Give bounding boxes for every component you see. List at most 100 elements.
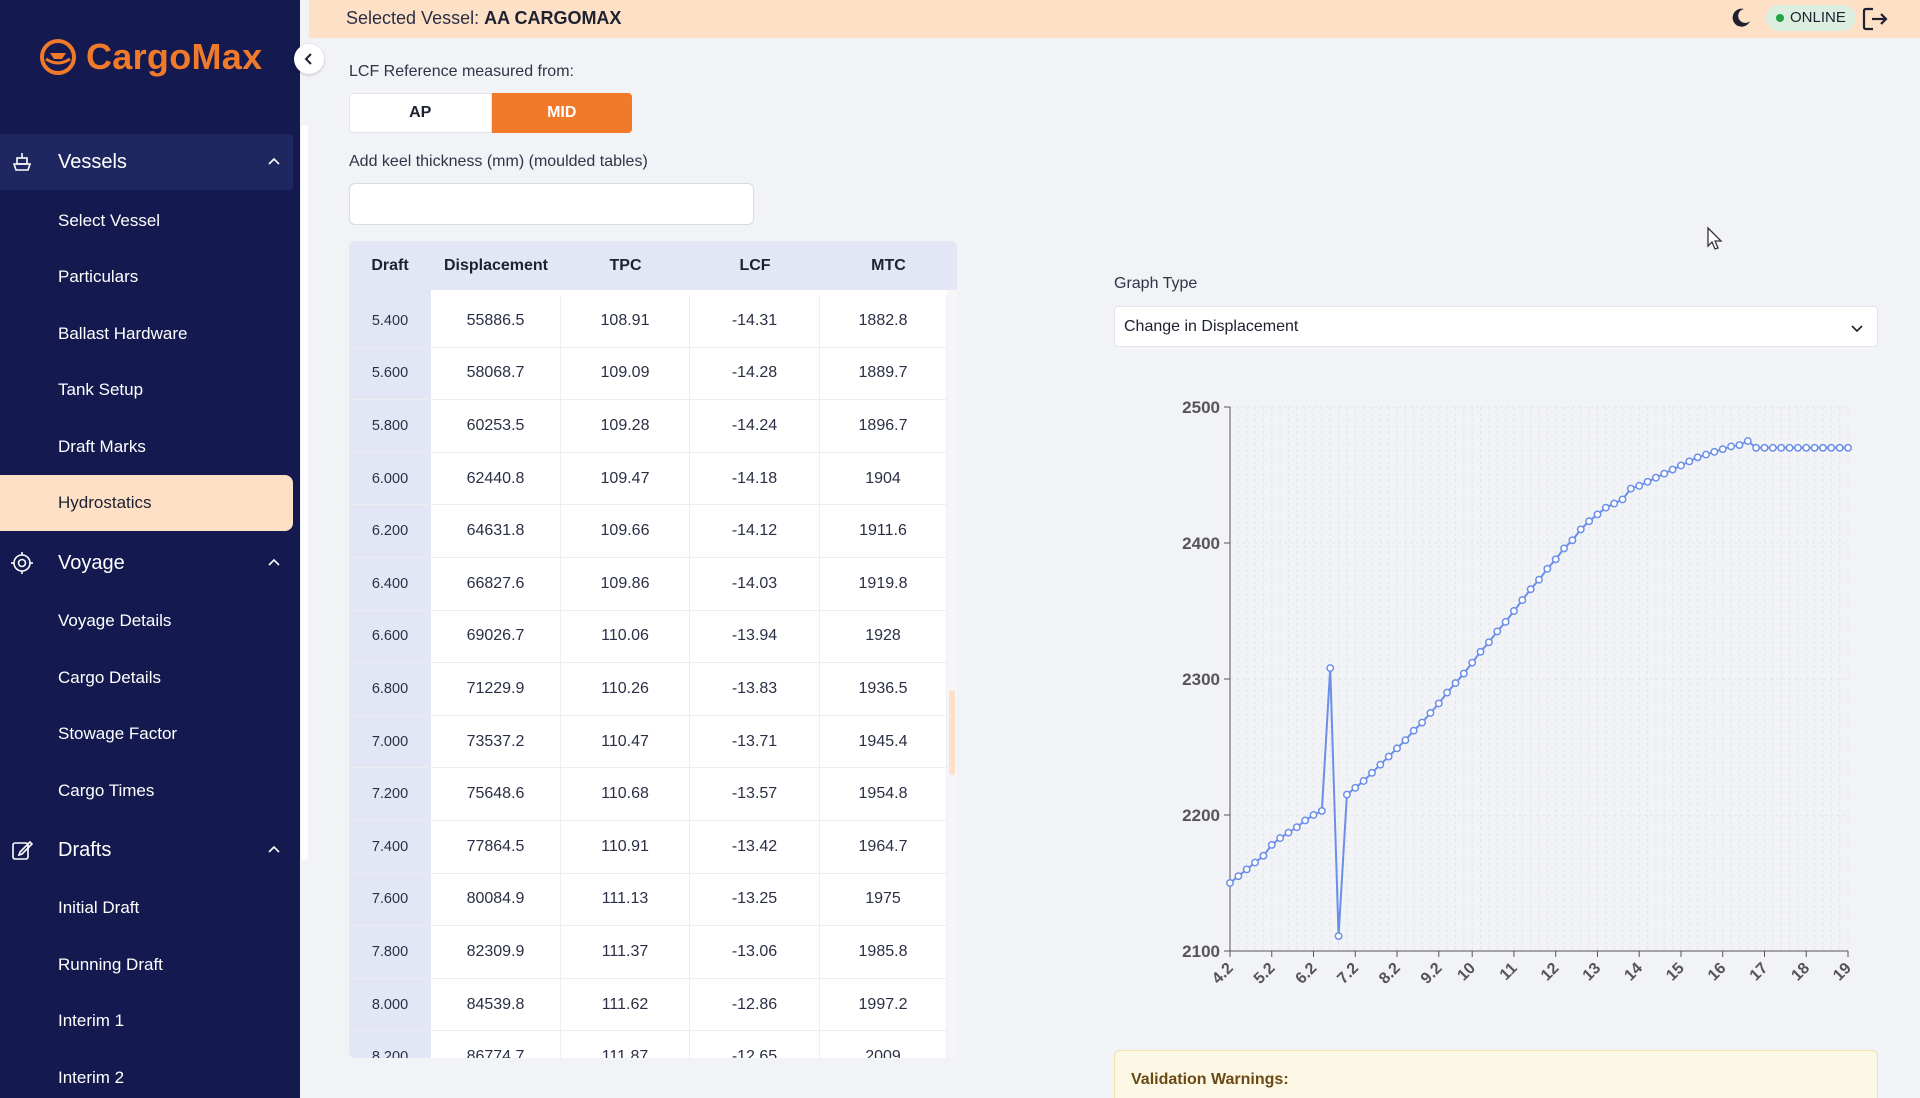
- cell-displacement[interactable]: 58068.7: [431, 347, 561, 400]
- cell-displacement[interactable]: 84539.8: [431, 978, 561, 1031]
- sidebar-scrollbar-thumb[interactable]: [301, 125, 308, 860]
- cell-lcf[interactable]: -12.65: [690, 1031, 820, 1058]
- cell-mtc[interactable]: 1964.7: [820, 820, 947, 873]
- cell-lcf[interactable]: -13.57: [690, 768, 820, 820]
- moon-icon[interactable]: [1729, 6, 1753, 30]
- table-row[interactable]: 7.000 73537.2 110.47 -13.71 1945.4: [349, 715, 947, 769]
- cell-mtc[interactable]: 1882.8: [820, 295, 947, 347]
- sidebar-item-ballast-hardware[interactable]: Ballast Hardware: [0, 306, 293, 362]
- cell-lcf[interactable]: -14.18: [690, 452, 820, 505]
- table-row[interactable]: 6.400 66827.6 109.86 -14.03 1919.8: [349, 557, 947, 611]
- cell-tpc[interactable]: 109.28: [561, 400, 690, 452]
- cell-tpc[interactable]: 111.87: [561, 1031, 690, 1058]
- cell-displacement[interactable]: 60253.5: [431, 400, 561, 452]
- chevron-up-icon[interactable]: [266, 555, 282, 571]
- cell-mtc[interactable]: 1911.6: [820, 505, 947, 557]
- table-scrollbar-thumb[interactable]: [949, 690, 955, 775]
- sidebar-item-stowage-factor[interactable]: Stowage Factor: [0, 706, 293, 762]
- cell-tpc[interactable]: 110.47: [561, 715, 690, 768]
- sidebar-item-interim-1[interactable]: Interim 1: [0, 993, 293, 1049]
- cell-mtc[interactable]: 1896.7: [820, 400, 947, 452]
- table-row[interactable]: 5.400 55886.5 108.91 -14.31 1882.8: [349, 295, 947, 348]
- logout-icon[interactable]: [1860, 4, 1890, 34]
- sidebar-item-cargo-times[interactable]: Cargo Times: [0, 763, 293, 819]
- cell-tpc[interactable]: 109.09: [561, 347, 690, 400]
- cell-lcf[interactable]: -13.42: [690, 820, 820, 873]
- sidebar-section-vessels[interactable]: Vessels: [0, 134, 293, 190]
- cell-mtc[interactable]: 1889.7: [820, 347, 947, 400]
- table-row[interactable]: 6.800 71229.9 110.26 -13.83 1936.5: [349, 663, 947, 716]
- cell-displacement[interactable]: 73537.2: [431, 715, 561, 768]
- cell-tpc[interactable]: 109.86: [561, 557, 690, 610]
- cell-lcf[interactable]: -13.71: [690, 715, 820, 768]
- cell-mtc[interactable]: 1936.5: [820, 663, 947, 715]
- cell-displacement[interactable]: 80084.9: [431, 873, 561, 926]
- cell-displacement[interactable]: 55886.5: [431, 295, 561, 347]
- cell-lcf[interactable]: -14.24: [690, 400, 820, 452]
- cell-mtc[interactable]: 1919.8: [820, 557, 947, 610]
- table-row[interactable]: 6.000 62440.8 109.47 -14.18 1904: [349, 452, 947, 506]
- sidebar-item-cargo-details[interactable]: Cargo Details: [0, 650, 293, 706]
- cell-mtc[interactable]: 1904: [820, 452, 947, 505]
- cell-mtc[interactable]: 1997.2: [820, 978, 947, 1031]
- cell-displacement[interactable]: 86774.7: [431, 1031, 561, 1058]
- cell-lcf[interactable]: -14.03: [690, 557, 820, 610]
- sidebar-item-interim-2[interactable]: Interim 2: [0, 1050, 293, 1098]
- lcf-mid-button[interactable]: MID: [491, 93, 632, 133]
- table-row[interactable]: 5.800 60253.5 109.28 -14.24 1896.7: [349, 400, 947, 453]
- cell-lcf[interactable]: -12.86: [690, 978, 820, 1031]
- cell-displacement[interactable]: 82309.9: [431, 926, 561, 978]
- cell-displacement[interactable]: 71229.9: [431, 663, 561, 715]
- chevron-up-icon[interactable]: [266, 154, 282, 170]
- cell-mtc[interactable]: 1985.8: [820, 926, 947, 978]
- cell-displacement[interactable]: 64631.8: [431, 505, 561, 557]
- logo[interactable]: CargoMax: [38, 36, 262, 78]
- cell-lcf[interactable]: -14.31: [690, 295, 820, 347]
- cell-displacement[interactable]: 75648.6: [431, 768, 561, 820]
- keel-thickness-input[interactable]: [349, 183, 754, 225]
- cell-displacement[interactable]: 77864.5: [431, 820, 561, 873]
- table-scrollbar[interactable]: [947, 290, 957, 1058]
- cell-mtc[interactable]: 1975: [820, 873, 947, 926]
- table-row[interactable]: 6.200 64631.8 109.66 -14.12 1911.6: [349, 505, 947, 558]
- cell-tpc[interactable]: 111.62: [561, 978, 690, 1031]
- cell-lcf[interactable]: -13.25: [690, 873, 820, 926]
- sidebar-item-voyage-details[interactable]: Voyage Details: [0, 593, 293, 649]
- cell-tpc[interactable]: 109.47: [561, 452, 690, 505]
- cell-displacement[interactable]: 66827.6: [431, 557, 561, 610]
- cell-mtc[interactable]: 1954.8: [820, 768, 947, 820]
- cell-tpc[interactable]: 108.91: [561, 295, 690, 347]
- cell-mtc[interactable]: 1928: [820, 610, 947, 663]
- table-row[interactable]: 6.600 69026.7 110.06 -13.94 1928: [349, 610, 947, 664]
- cell-tpc[interactable]: 111.13: [561, 873, 690, 926]
- chevron-up-icon[interactable]: [266, 842, 282, 858]
- sidebar-section-voyage[interactable]: Voyage: [0, 535, 293, 591]
- cell-displacement[interactable]: 69026.7: [431, 610, 561, 663]
- cell-lcf[interactable]: -13.83: [690, 663, 820, 715]
- table-row[interactable]: 7.400 77864.5 110.91 -13.42 1964.7: [349, 820, 947, 874]
- cell-mtc[interactable]: 2009: [820, 1031, 947, 1058]
- sidebar-item-draft-marks[interactable]: Draft Marks: [0, 419, 293, 475]
- cell-lcf[interactable]: -14.28: [690, 347, 820, 400]
- table-row[interactable]: 7.800 82309.9 111.37 -13.06 1985.8: [349, 926, 947, 979]
- table-row[interactable]: 7.600 80084.9 111.13 -13.25 1975: [349, 873, 947, 927]
- table-row[interactable]: 7.200 75648.6 110.68 -13.57 1954.8: [349, 768, 947, 821]
- cell-mtc[interactable]: 1945.4: [820, 715, 947, 768]
- table-row[interactable]: 8.200 86774.7 111.87 -12.65 2009: [349, 1031, 947, 1058]
- sidebar-item-initial-draft[interactable]: Initial Draft: [0, 880, 293, 936]
- table-row[interactable]: 5.600 58068.7 109.09 -14.28 1889.7: [349, 347, 947, 401]
- sidebar-section-drafts[interactable]: Drafts: [0, 822, 293, 878]
- sidebar-item-select-vessel[interactable]: Select Vessel: [0, 193, 293, 249]
- table-row[interactable]: 8.000 84539.8 111.62 -12.86 1997.2: [349, 978, 947, 1032]
- lcf-ap-button[interactable]: AP: [349, 93, 492, 133]
- cell-tpc[interactable]: 110.68: [561, 768, 690, 820]
- cell-tpc[interactable]: 110.91: [561, 820, 690, 873]
- cell-lcf[interactable]: -13.06: [690, 926, 820, 978]
- sidebar-item-particulars[interactable]: Particulars: [0, 249, 293, 305]
- cell-tpc[interactable]: 109.66: [561, 505, 690, 557]
- cell-tpc[interactable]: 111.37: [561, 926, 690, 978]
- sidebar-item-tank-setup[interactable]: Tank Setup: [0, 362, 293, 418]
- sidebar-item-hydrostatics[interactable]: Hydrostatics: [0, 475, 293, 531]
- cell-lcf[interactable]: -13.94: [690, 610, 820, 663]
- sidebar-item-running-draft[interactable]: Running Draft: [0, 937, 293, 993]
